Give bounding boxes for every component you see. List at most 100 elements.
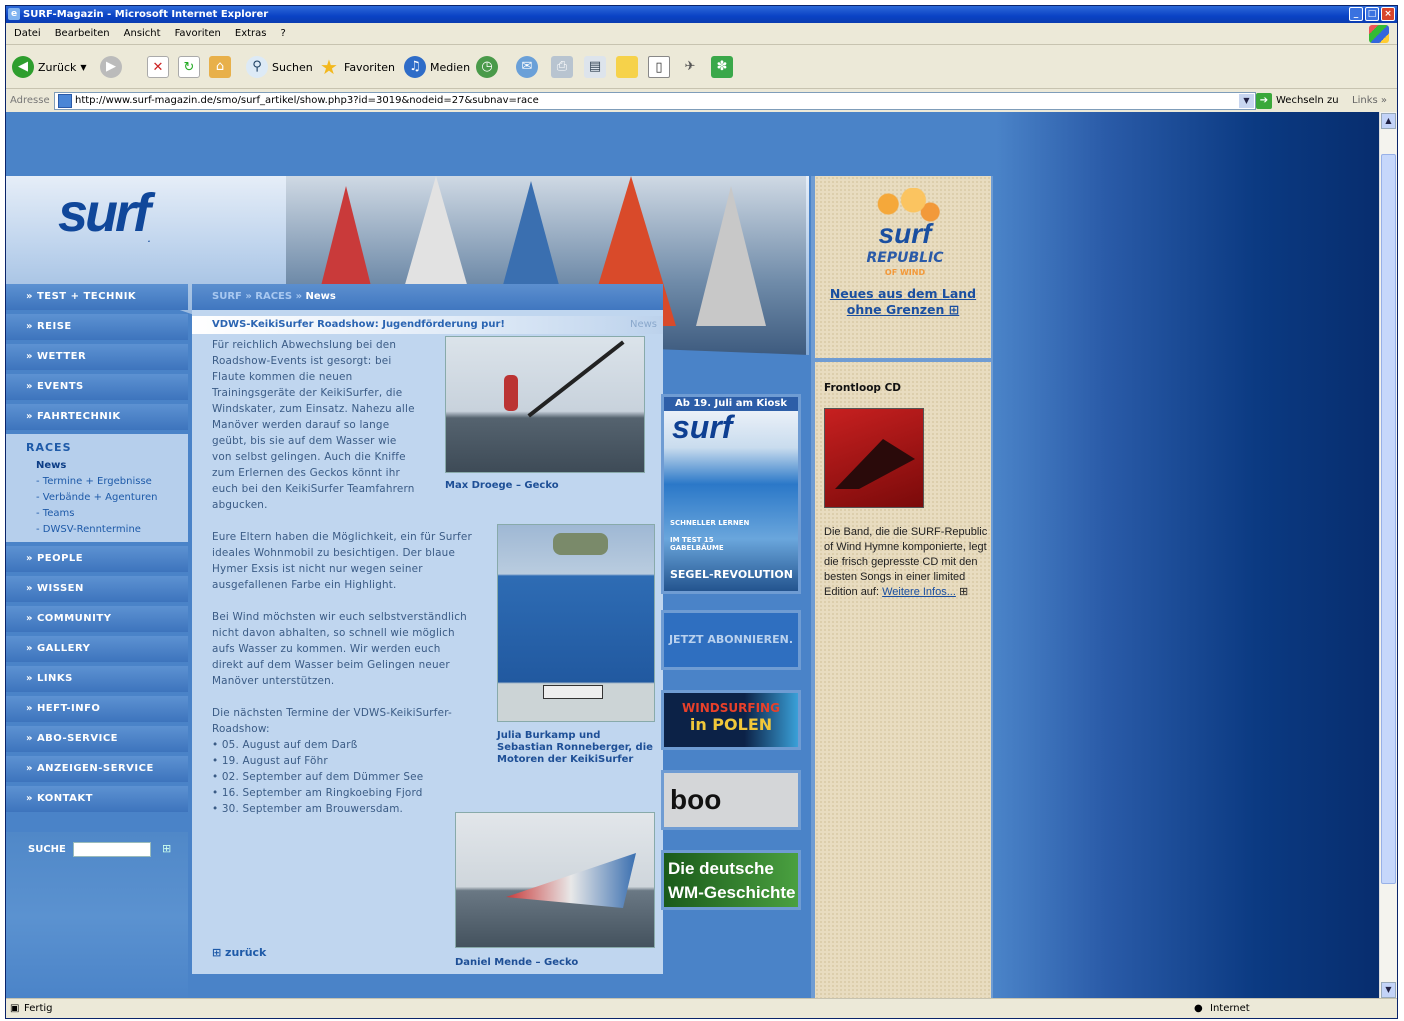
article-title: VDWS-KeikiSurfer Roadshow: Jugendförderu… bbox=[212, 319, 505, 330]
stop-button[interactable]: ✕ bbox=[147, 54, 169, 80]
links-toolbar[interactable]: Links » bbox=[1352, 90, 1387, 112]
ad-wm-geschichte[interactable]: Die deutsche WM-Geschichte bbox=[661, 850, 801, 910]
maximize-button[interactable]: □ bbox=[1365, 7, 1379, 21]
cd-title: Frontloop CD bbox=[824, 382, 902, 394]
ad-boo[interactable]: boo bbox=[661, 770, 801, 830]
address-dropdown-icon[interactable]: ▼ bbox=[1239, 94, 1254, 108]
address-bar: Adresse http://www.surf-magazin.de/smo/s… bbox=[6, 90, 1397, 112]
media-icon: ♫ bbox=[404, 56, 426, 78]
menu-help[interactable]: ? bbox=[281, 23, 286, 45]
more-info-link[interactable]: Weitere Infos... bbox=[882, 586, 956, 598]
go-arrow-icon: ➔ bbox=[1256, 93, 1272, 109]
republic-link[interactable]: Neues aus dem Land ohne Grenzen ⊞ bbox=[815, 286, 991, 318]
caption-max-droege: Max Droege – Gecko bbox=[445, 480, 559, 491]
left-navigation: » TEST + TECHNIK » REISE » WETTER » EVEN… bbox=[6, 284, 191, 816]
media-button[interactable]: ♫ Medien bbox=[404, 54, 470, 80]
nav-abo-service[interactable]: » ABO-SERVICE bbox=[6, 726, 188, 752]
menu-datei[interactable]: Datei bbox=[14, 23, 41, 45]
nav-reise[interactable]: » REISE bbox=[6, 314, 188, 340]
menu-bar: Datei Bearbeiten Ansicht Favoriten Extras? bbox=[6, 23, 1397, 45]
print-button[interactable]: ⎙ bbox=[551, 54, 573, 80]
ad-windsurfing-polen[interactable]: WINDSURFING in POLEN bbox=[661, 690, 801, 750]
refresh-button[interactable]: ↻ bbox=[178, 54, 200, 80]
nav-kontakt[interactable]: » KONTAKT bbox=[6, 786, 188, 812]
search-go-icon[interactable]: ⊞ bbox=[162, 842, 171, 855]
back-button[interactable]: ◀ Zurück ▼ bbox=[12, 54, 87, 80]
nav-events[interactable]: » EVENTS bbox=[6, 374, 188, 400]
go-button[interactable]: ➔ Wechseln zu bbox=[1256, 90, 1339, 112]
menu-extras[interactable]: Extras bbox=[235, 23, 267, 45]
photo-daniel-mende bbox=[455, 812, 655, 948]
article-paragraph-1: Für reichlich Abwechslung bei den Roadsho… bbox=[212, 339, 415, 511]
forward-button[interactable]: ▶ bbox=[100, 54, 122, 80]
republic-box: surf REPUBLIC OF WIND Neues aus dem Land… bbox=[815, 176, 991, 362]
search-button[interactable]: ⚲ Suchen bbox=[246, 54, 313, 80]
menu-bearbeiten[interactable]: Bearbeiten bbox=[55, 23, 110, 45]
races-sub-news[interactable]: News bbox=[26, 458, 188, 474]
vertical-scrollbar[interactable]: ▲ ▼ bbox=[1379, 112, 1397, 999]
mail-button[interactable]: ✉ bbox=[516, 54, 538, 80]
favorites-button[interactable]: ★ Favoriten bbox=[318, 54, 395, 80]
nav-wetter[interactable]: » WETTER bbox=[6, 344, 188, 370]
photo-wohnmobil bbox=[497, 524, 655, 722]
discuss-button[interactable] bbox=[616, 54, 638, 80]
nav-fahrtechnik[interactable]: » FAHRTECHNIK bbox=[6, 404, 188, 430]
ad-column: Ab 19. Juli am Kiosk surf SCHNELLER LERN… bbox=[661, 382, 808, 982]
ie-icon: e bbox=[8, 8, 20, 20]
nav-test-technik[interactable]: » TEST + TECHNIK bbox=[6, 284, 188, 310]
surf-republic-logo[interactable]: surf REPUBLIC OF WIND bbox=[845, 188, 965, 283]
races-sub-verbaende[interactable]: - Verbände + Agenturen bbox=[26, 490, 188, 506]
races-section: RACES News - Termine + Ergebnisse - Verb… bbox=[6, 434, 188, 542]
nav-races[interactable]: RACES bbox=[26, 438, 188, 458]
mail-icon: ✉ bbox=[516, 56, 538, 78]
extension-button[interactable]: ✽ bbox=[711, 54, 733, 80]
research-button[interactable]: ▯ bbox=[648, 54, 670, 80]
caption-daniel-mende: Daniel Mende – Gecko bbox=[455, 957, 579, 968]
page-content: surf. » TEST + TECHNIK » REISE » WETTER … bbox=[6, 112, 1380, 999]
refresh-icon: ↻ bbox=[178, 56, 200, 78]
messenger-button[interactable]: ✈ bbox=[679, 54, 701, 80]
history-button[interactable]: ◷ bbox=[476, 54, 498, 80]
status-bar: ▣ Fertig ● Internet bbox=[6, 998, 1397, 1018]
races-sub-teams[interactable]: - Teams bbox=[26, 506, 188, 522]
scroll-up-icon[interactable]: ▲ bbox=[1381, 113, 1396, 129]
search-icon: ⚲ bbox=[246, 56, 268, 78]
ad-magazine-cover[interactable]: Ab 19. Juli am Kiosk surf SCHNELLER LERN… bbox=[661, 394, 801, 594]
article-paragraph-4: Die nächsten Termine der VDWS-KeikiSurfe… bbox=[212, 707, 452, 815]
toolbar: ◀ Zurück ▼ ▶ ✕ ↻ ⌂ ⚲ Suchen ★ Favoriten ♫ Med… bbox=[6, 46, 1397, 89]
cover-image: surf SCHNELLER LERNEN IM TEST 15 GABELBÄ… bbox=[664, 411, 798, 591]
forward-arrow-icon: ▶ bbox=[100, 56, 122, 78]
menu-favoriten[interactable]: Favoriten bbox=[175, 23, 221, 45]
scroll-thumb[interactable] bbox=[1381, 154, 1396, 884]
scroll-down-icon[interactable]: ▼ bbox=[1381, 982, 1396, 998]
photo-max-droege bbox=[445, 336, 645, 473]
article-section: News bbox=[629, 319, 657, 330]
back-link[interactable]: ⊞ zurück bbox=[212, 946, 266, 959]
search-input[interactable] bbox=[73, 842, 151, 857]
nav-links[interactable]: » LINKS bbox=[6, 666, 188, 692]
search-box: SUCHE ⊞ bbox=[6, 832, 188, 999]
close-button[interactable]: × bbox=[1381, 7, 1395, 21]
ad-abo[interactable]: JETZT ABONNIEREN. bbox=[661, 610, 801, 670]
nav-wissen[interactable]: » WISSEN bbox=[6, 576, 188, 602]
nav-community[interactable]: » COMMUNITY bbox=[6, 606, 188, 632]
extension-icon: ✽ bbox=[711, 56, 733, 78]
minimize-button[interactable]: _ bbox=[1349, 7, 1363, 21]
races-sub-termine[interactable]: - Termine + Ergebnisse bbox=[26, 474, 188, 490]
title-bar: e SURF-Magazin - Microsoft Internet Expl… bbox=[6, 6, 1397, 23]
address-input[interactable]: http://www.surf-magazin.de/smo/surf_arti… bbox=[54, 92, 1256, 110]
frontloop-cd-cover[interactable] bbox=[824, 408, 924, 508]
home-button[interactable]: ⌂ bbox=[209, 54, 231, 80]
article-panel: SURF » RACES » News VDWS-KeikiSurfer Roa… bbox=[192, 284, 663, 974]
surf-logo[interactable]: surf. bbox=[58, 182, 151, 244]
article-paragraph-3: Bei Wind möchsten wir euch selbstverstän… bbox=[212, 611, 467, 687]
windows-logo-icon bbox=[1369, 25, 1389, 43]
edit-button[interactable]: ▤ bbox=[584, 54, 606, 80]
menu-ansicht[interactable]: Ansicht bbox=[124, 23, 161, 45]
home-icon: ⌂ bbox=[209, 56, 231, 78]
nav-heft-info[interactable]: » HEFT-INFO bbox=[6, 696, 188, 722]
nav-people[interactable]: » PEOPLE bbox=[6, 546, 188, 572]
nav-gallery[interactable]: » GALLERY bbox=[6, 636, 188, 662]
races-sub-dwsv[interactable]: - DWSV-Renntermine bbox=[26, 522, 188, 538]
nav-anzeigen-service[interactable]: » ANZEIGEN-SERVICE bbox=[6, 756, 188, 782]
